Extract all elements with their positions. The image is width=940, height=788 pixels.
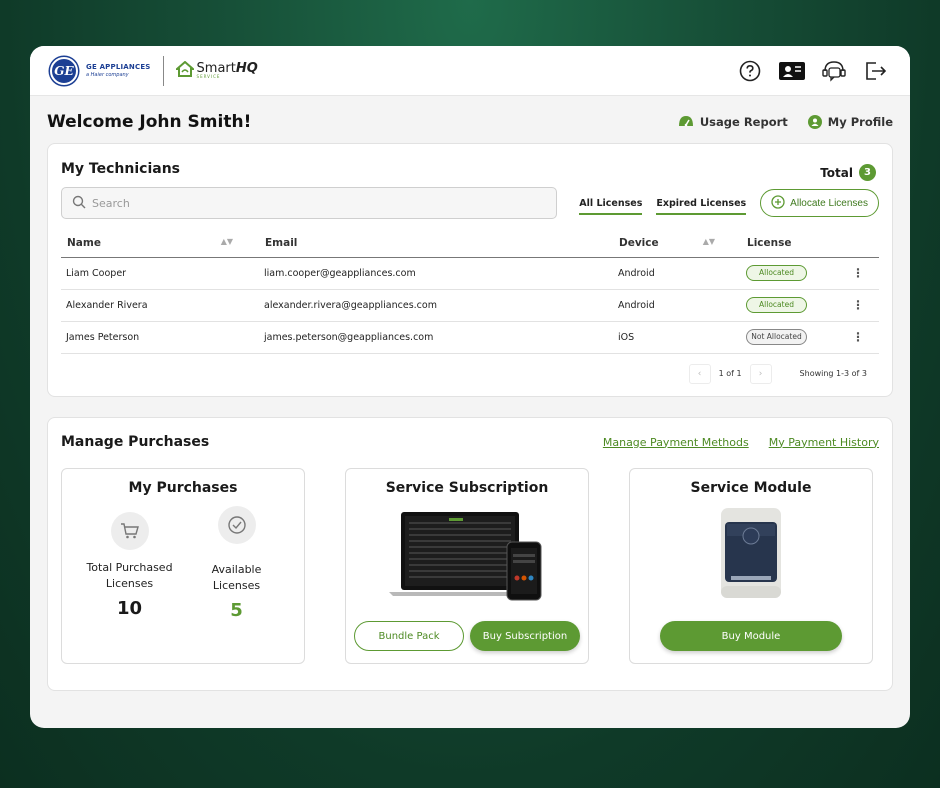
contact-card-icon[interactable] [778,57,806,85]
available-licenses-value: 5 [230,600,243,621]
col-header-license: License [741,229,843,258]
service-module-title: Service Module [690,480,812,496]
plus-circle-icon [771,194,785,212]
service-module-image [630,506,872,600]
total-label: Total [820,165,853,180]
user-icon [807,115,822,129]
manage-payment-methods-link[interactable]: Manage Payment Methods [603,436,749,449]
laptop-phone-image [346,506,588,602]
service-module-tile: Service Module Buy Module [629,468,873,664]
technicians-title: My Technicians [61,160,180,177]
technicians-card: My Technicians Total 3 All Licenses Expi… [47,143,893,397]
payment-history-link[interactable]: My Payment History [769,436,879,449]
total-purchased-label: Total Purchased Licenses [86,561,173,590]
total-count-badge: 3 [859,164,876,181]
brand-divider [162,55,164,86]
allocate-licenses-button[interactable]: Allocate Licenses [760,189,879,217]
license-status-badge: Allocated [746,297,807,313]
allocate-licenses-label: Allocate Licenses [790,197,868,209]
filter-all-licenses[interactable]: All Licenses [579,198,643,215]
support-chat-icon[interactable] [820,57,848,85]
search-icon [72,194,86,213]
smarthq-house-icon [173,60,196,81]
ge-wordmark-line1: GE APPLIANCES [86,62,151,71]
service-subscription-tile: Service Subscription Bundle Pack Buy Sub… [345,468,589,664]
total-purchased-value: 10 [116,598,143,619]
table-row[interactable]: James Peterson james.peterson@geapplianc… [61,321,879,354]
available-licenses-label: Available Licenses [211,563,262,592]
col-header-email: Email [259,229,613,258]
usage-report-label: Usage Report [699,115,788,129]
table-row[interactable]: Liam Cooper liam.cooper@geappliances.com… [61,257,879,290]
buy-module-button[interactable]: Buy Module [660,621,842,651]
row-menu-icon[interactable]: ⋮ [848,298,868,312]
sort-icon[interactable]: ▲▼ [221,237,233,246]
pagination: ‹ 1 of 1 › Showing 1-3 of 3 [61,363,879,384]
gauge-icon [678,114,694,131]
ge-logo: GE [50,56,78,85]
ge-wordmark-line2: a Haier company [86,71,129,78]
cell-device: iOS [613,321,741,354]
col-header-name[interactable]: Name ▲▼ [61,229,259,258]
cell-email: james.peterson@geappliances.com [259,321,613,354]
prev-page-button[interactable]: ‹ [688,363,711,384]
search-input[interactable] [92,196,546,210]
showing-count: Showing 1-3 of 3 [799,369,867,378]
filter-expired-licenses[interactable]: Expired Licenses [656,198,747,215]
cell-name: Liam Cooper [61,257,259,290]
check-circle-icon [217,506,256,544]
smarthq-sub: SERVICE [196,74,221,79]
my-purchases-tile: My Purchases Total Purchased Licenses 10 [61,468,305,664]
brand-logos[interactable]: GE GE APPLIANCES a Haier company SmartHQ… [50,55,258,86]
search-box[interactable] [61,187,557,219]
col-header-actions [843,229,879,258]
smarthq-logo: SmartHQ SERVICE [173,60,258,81]
page-indicator: 1 of 1 [718,369,742,378]
cell-device: Android [613,257,741,290]
my-purchases-title: My Purchases [128,480,238,496]
cell-email: liam.cooper@geappliances.com [259,257,613,290]
cell-email: alexander.rivera@geappliances.com [259,289,613,322]
license-status-badge: Allocated [746,265,807,281]
cell-device: Android [613,289,741,322]
next-page-button[interactable]: › [749,363,772,384]
logout-icon[interactable] [862,57,890,85]
purchases-title: Manage Purchases [61,434,210,450]
cart-icon [110,512,149,550]
sort-icon[interactable]: ▲▼ [703,237,715,246]
my-profile-link[interactable]: My Profile [807,114,893,131]
technicians-table: Name ▲▼ Email Device ▲▼ License Liam Coope… [61,229,879,354]
welcome-heading: Welcome John Smith! [47,112,252,132]
top-bar: GE GE APPLIANCES a Haier company SmartHQ… [30,46,910,96]
app-window: GE GE APPLIANCES a Haier company SmartHQ… [30,46,910,728]
cell-name: James Peterson [61,321,259,354]
buy-subscription-button[interactable]: Buy Subscription [470,621,580,651]
row-menu-icon[interactable]: ⋮ [848,330,868,344]
col-header-device[interactable]: Device ▲▼ [613,229,741,258]
table-row[interactable]: Alexander Rivera alexander.rivera@geappl… [61,289,879,322]
my-profile-label: My Profile [827,115,893,129]
purchases-card: Manage Purchases Manage Payment Methods … [47,417,893,691]
service-subscription-title: Service Subscription [385,480,549,496]
bundle-pack-button[interactable]: Bundle Pack [354,621,464,651]
technicians-total: Total 3 [820,164,876,181]
usage-report-link[interactable]: Usage Report [678,114,788,131]
row-menu-icon[interactable]: ⋮ [848,266,868,280]
license-status-badge: Not Allocated [746,329,807,345]
cell-name: Alexander Rivera [61,289,259,322]
ge-wordmark: GE APPLIANCES a Haier company [86,62,151,78]
help-icon[interactable] [736,57,764,85]
